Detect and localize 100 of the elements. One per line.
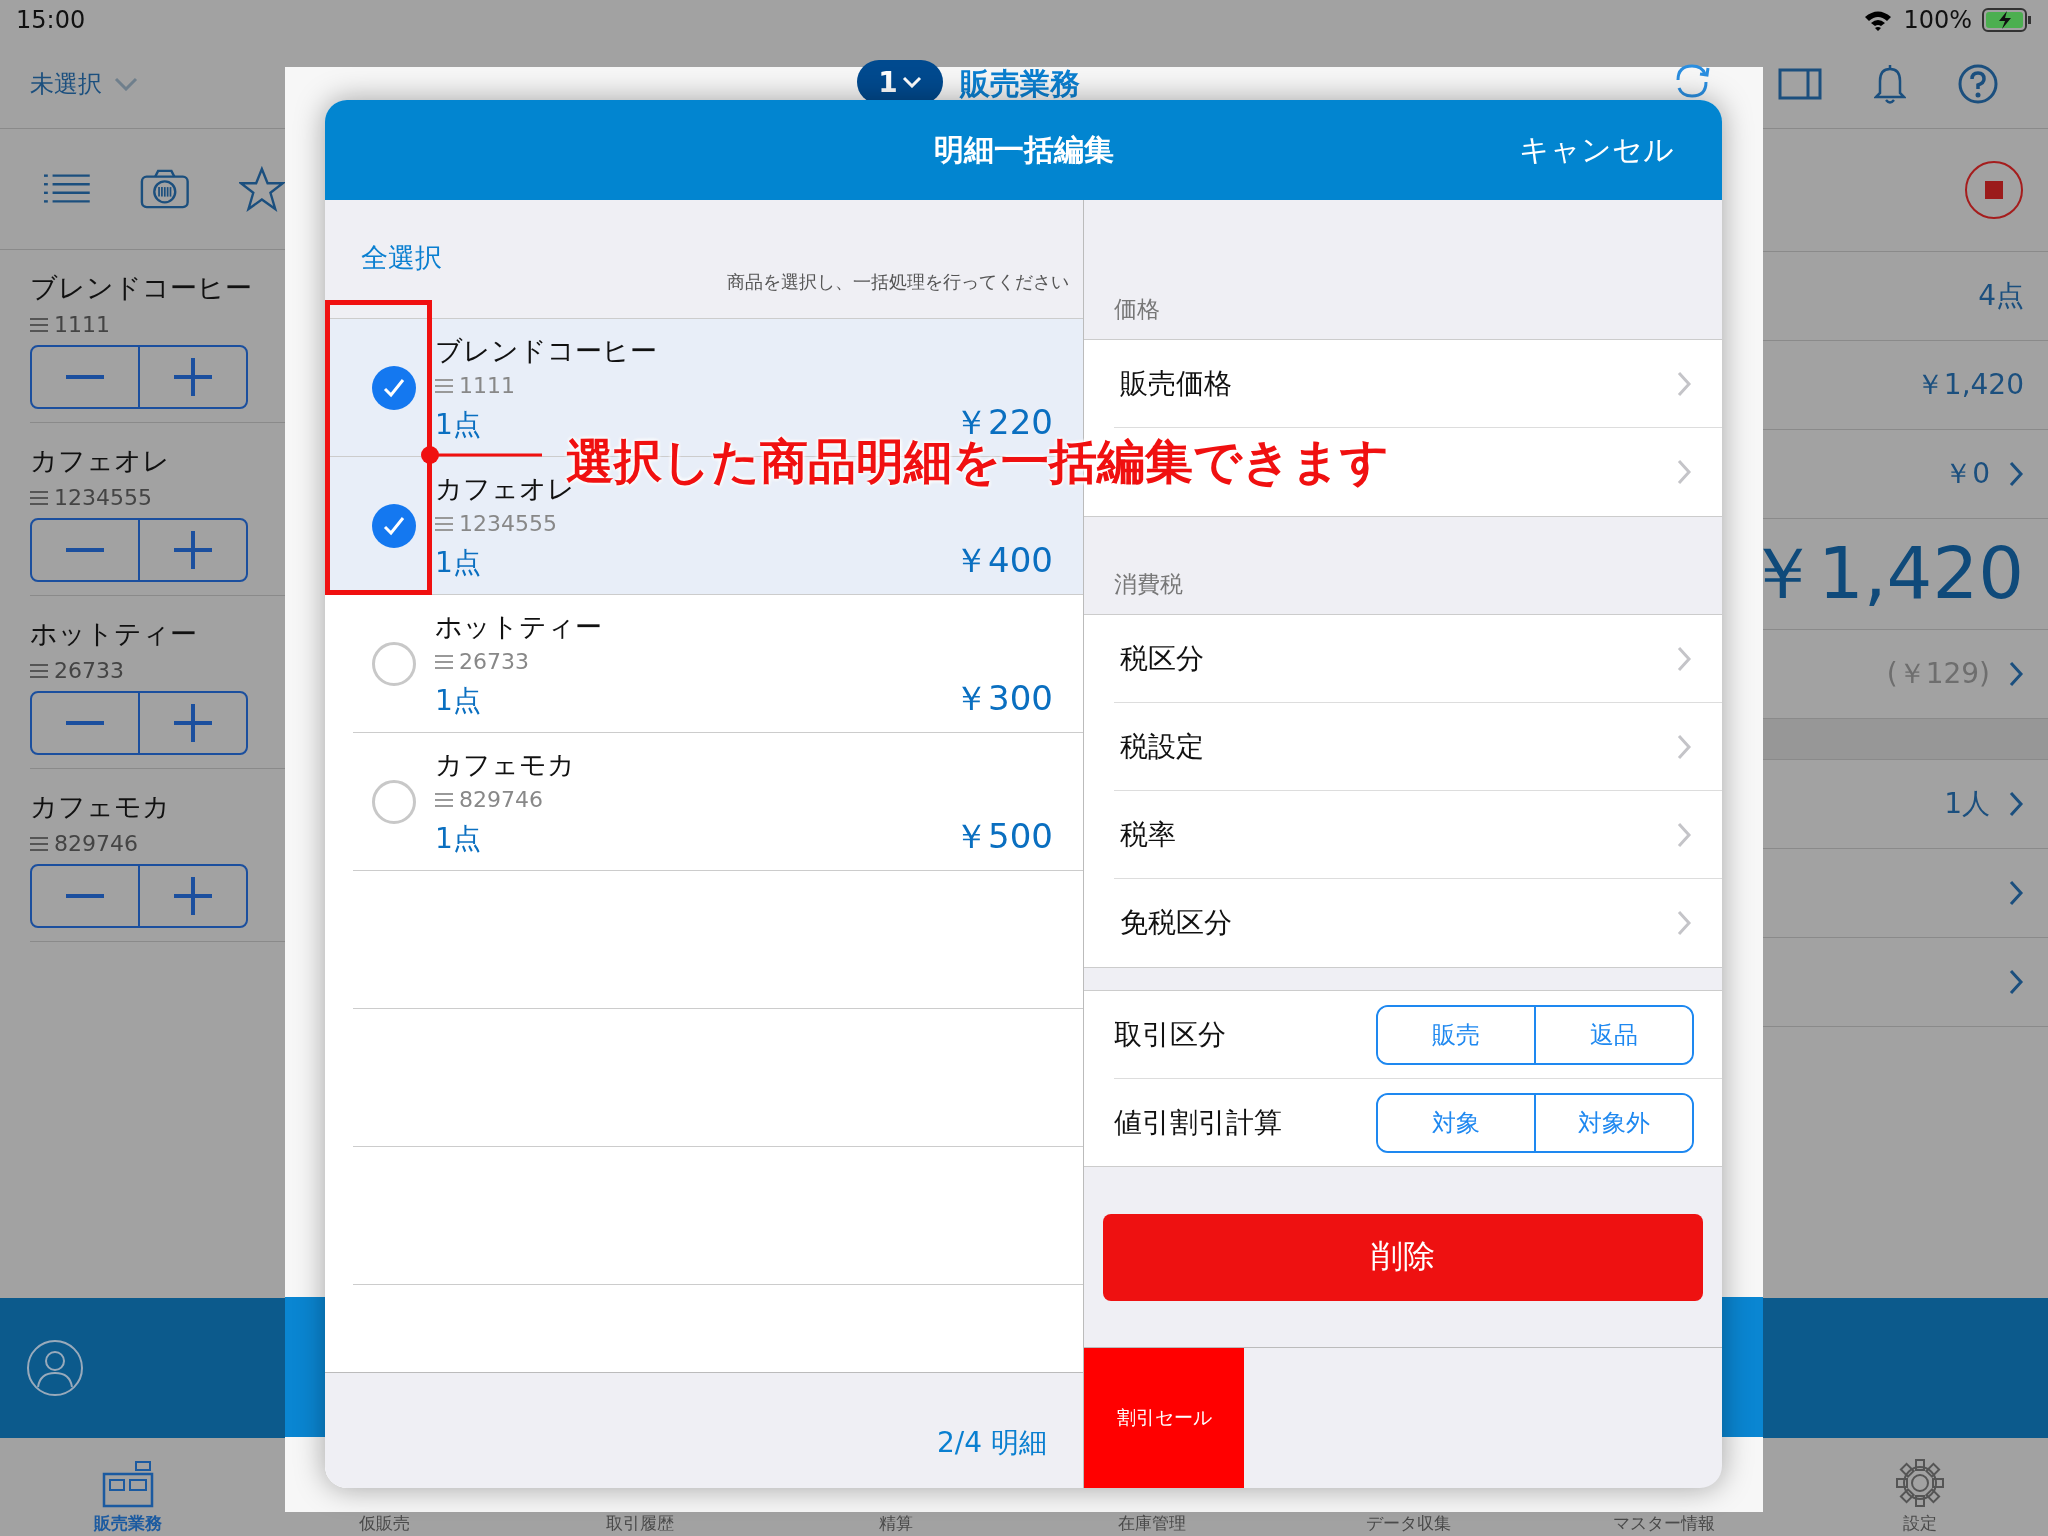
tab-bar-item[interactable]: マスター情報	[1609, 1512, 1719, 1536]
lines-icon	[435, 653, 453, 670]
quantity-stepper[interactable]	[30, 691, 248, 755]
list-icon[interactable]	[44, 172, 90, 206]
line-item-name: カフェモカ	[435, 748, 576, 782]
cash-register-icon	[100, 1460, 156, 1508]
wifi-icon	[1863, 9, 1894, 31]
line-item-code: 829746	[459, 787, 543, 812]
split-view-icon[interactable]	[1778, 68, 1822, 100]
unchecked-circle[interactable]	[372, 779, 416, 824]
minus-icon	[66, 548, 104, 552]
line-item-quantity: 1点	[435, 821, 481, 857]
settings-row[interactable]: 免税区分	[1114, 879, 1722, 967]
item-code: 829746	[54, 831, 138, 856]
minus-icon	[66, 375, 104, 379]
instruction-text: 商品を選択し、一括処理を行ってください	[727, 270, 1069, 294]
battery-percent: 100%	[1903, 6, 1972, 34]
screen-title: 販売業務	[960, 65, 1080, 103]
gear-icon	[1895, 1458, 1945, 1508]
summary-value: ￥1,420	[1915, 367, 2024, 403]
stop-button[interactable]	[1964, 160, 2024, 220]
delete-button[interactable]: 削除	[1103, 1213, 1703, 1301]
store-selector[interactable]: 未選択	[30, 68, 102, 100]
line-item-price: ￥400	[954, 539, 1053, 582]
help-icon[interactable]	[1958, 64, 1998, 104]
lines-icon	[435, 377, 453, 394]
checked-circle[interactable]	[372, 365, 416, 410]
select-all-link[interactable]: 全選択	[361, 240, 442, 276]
dropdown-icon	[901, 76, 922, 88]
dialog-title: 明細一括編集	[933, 130, 1114, 169]
chevron-icon	[2008, 879, 2024, 907]
settings-row[interactable]: 税率	[1114, 791, 1722, 879]
lines-icon	[435, 515, 453, 532]
line-item-quantity: 1点	[435, 683, 481, 719]
tab-bar-item[interactable]: 精算	[875, 1512, 917, 1536]
lines-icon	[30, 316, 48, 333]
lines-icon	[30, 835, 48, 852]
preset-button[interactable]: 割引セール	[1084, 1348, 1244, 1488]
item-name: カフェモカ	[30, 790, 171, 824]
section-header: 消費税	[1114, 570, 1183, 599]
settings-row[interactable]: 税区分	[1114, 615, 1722, 703]
minus-icon	[66, 894, 104, 898]
lines-icon	[30, 489, 48, 506]
settings-row[interactable]: 税設定	[1114, 703, 1722, 791]
dropdown-icon	[114, 77, 138, 91]
minus-icon	[66, 721, 104, 725]
line-item-name: ブレンドコーヒー	[435, 334, 658, 368]
tab-bar-item[interactable]: 仮販売	[354, 1512, 414, 1536]
plus-icon	[174, 358, 212, 396]
chevron-icon	[1676, 909, 1692, 937]
selection-count: 2/4 明細	[937, 1425, 1047, 1461]
item-code: 1234555	[54, 485, 152, 510]
segment-option[interactable]: 返品	[1534, 1006, 1692, 1063]
plus-icon	[174, 704, 212, 742]
tab-bar-item[interactable]: 在庫管理	[1114, 1512, 1190, 1536]
quantity-stepper[interactable]	[30, 864, 248, 928]
item-code: 1111	[54, 312, 110, 337]
line-item-code: 26733	[459, 649, 529, 674]
unchecked-circle[interactable]	[372, 641, 416, 686]
quantity-stepper[interactable]	[30, 518, 248, 582]
chevron-icon	[1676, 732, 1692, 761]
line-item-price: ￥500	[954, 815, 1053, 858]
line-item-quantity: 1点	[435, 407, 481, 443]
setting-label: 値引割引計算	[1114, 1104, 1282, 1141]
chevron-icon	[2008, 790, 2024, 818]
line-item-price: ￥220	[954, 401, 1053, 442]
summary-value: ￥1,420	[1745, 530, 2024, 617]
tab-bar-item[interactable]: 販売業務	[90, 1460, 166, 1536]
item-code: 26733	[54, 658, 124, 683]
star-icon[interactable]	[239, 166, 285, 212]
segment-option[interactable]: 対象外	[1534, 1094, 1692, 1151]
tab-bar-item[interactable]: 取引履歴	[602, 1512, 678, 1536]
tab-bar-item[interactable]: 設定	[1891, 1458, 1949, 1536]
cancel-button[interactable]: キャンセル	[1513, 128, 1680, 172]
customer-avatar-icon[interactable]	[26, 1339, 84, 1397]
line-item-price: ￥300	[954, 677, 1053, 720]
chevron-icon	[1676, 820, 1692, 849]
settings-row[interactable]: 販売価格	[1114, 340, 1722, 428]
line-item-code: 1234555	[459, 511, 557, 536]
bell-icon[interactable]	[1874, 63, 1906, 105]
plus-icon	[174, 531, 212, 569]
summary-value: 1人	[1944, 786, 1990, 822]
tab-bar-item[interactable]: データ収集	[1361, 1512, 1455, 1536]
chevron-icon	[2008, 968, 2024, 996]
summary-value: 4点	[1978, 278, 2024, 314]
section-header: 価格	[1114, 295, 1160, 324]
barcode-camera-icon[interactable]	[139, 168, 190, 210]
checked-circle[interactable]	[372, 503, 416, 548]
summary-value: ￥0	[1944, 456, 1990, 492]
chevron-icon	[2008, 460, 2024, 488]
lines-icon	[30, 662, 48, 679]
line-item-quantity: 1点	[435, 545, 481, 581]
chevron-icon	[2008, 660, 2024, 688]
lines-icon	[435, 791, 453, 808]
plus-icon	[174, 877, 212, 915]
chevron-icon	[1676, 458, 1692, 486]
item-name: カフェオレ	[30, 444, 171, 478]
setting-label: 取引区分	[1114, 1016, 1226, 1053]
quantity-stepper[interactable]	[30, 345, 248, 409]
chevron-icon	[1676, 644, 1692, 673]
